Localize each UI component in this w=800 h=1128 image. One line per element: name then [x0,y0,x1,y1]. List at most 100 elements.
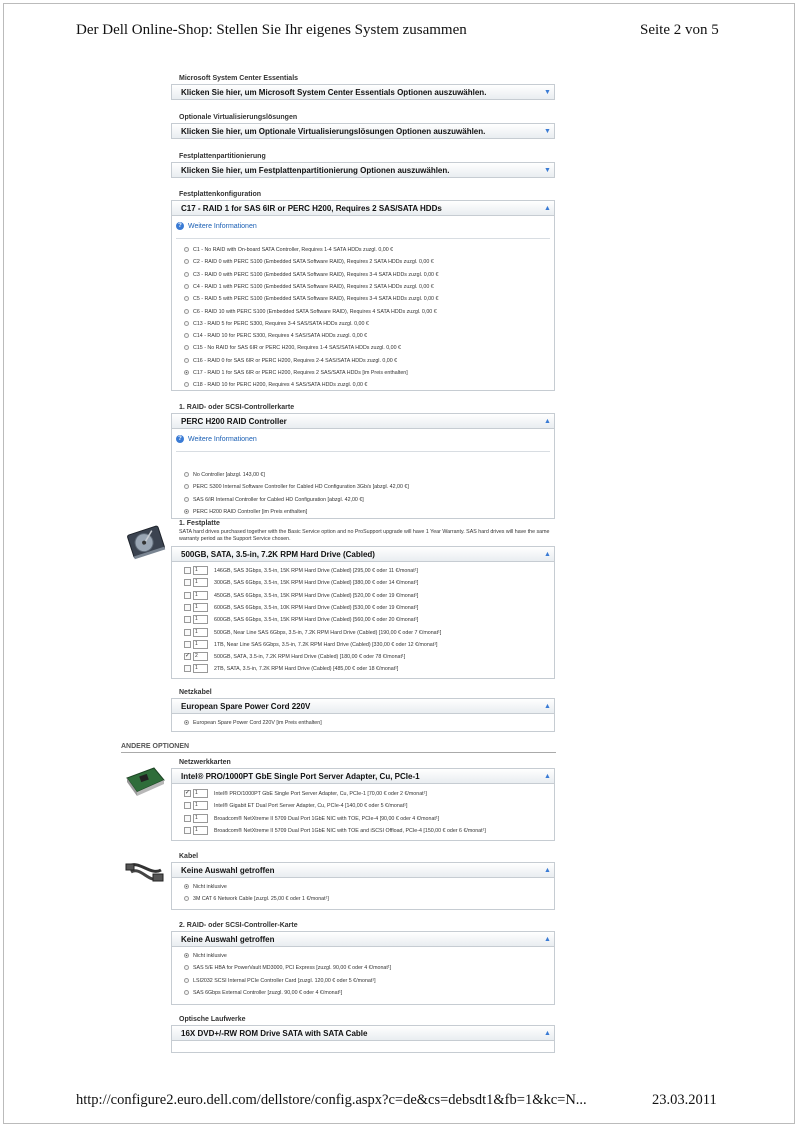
radio-option[interactable]: No Controller [abzgl. 143,00 €] [184,469,265,481]
chevron-up-icon[interactable]: ▲ [541,201,554,215]
partitioning-dropdown[interactable]: Klicken Sie hier, um Festplattenpartitio… [171,162,555,178]
network-card-dropdown[interactable]: Intel® PRO/1000PT GbE Single Port Server… [171,768,555,784]
radio-option[interactable]: C15 - No RAID for SAS 6IR or PERC H200, … [184,342,401,354]
radio-button[interactable] [184,977,189,983]
more-info-link[interactable]: ? Weitere Informationen [176,435,257,443]
radio-button[interactable] [184,989,189,995]
checkbox[interactable] [184,603,191,611]
checkbox[interactable] [184,591,191,599]
radio-option[interactable]: LSI2032 SCSI Internal PCIe Controller Ca… [184,975,376,987]
radio-button[interactable] [184,382,189,388]
quantity-field[interactable]: 1 [193,801,208,811]
radio-button[interactable] [184,357,189,363]
checkbox[interactable]: ✓ [184,653,191,661]
checkbox[interactable] [184,814,191,822]
checkbox-option[interactable]: ✓ 2 500GB, SATA, 3.5-in, 7.2K RPM Hard Dri… [184,651,405,663]
radio-option[interactable]: C5 - RAID 5 with PERC S100 (Embedded SAT… [184,293,438,305]
radio-option[interactable]: PERC S300 Internal Software Controller f… [184,481,409,493]
quantity-field[interactable]: 2 [193,652,208,662]
radio-option[interactable]: Nicht inklusive [184,881,227,893]
radio-option[interactable]: PERC H200 RAID Controller [im Preis enth… [184,506,307,518]
radio-button[interactable] [184,320,189,326]
quantity-field[interactable]: 1 [193,566,208,576]
radio-option[interactable]: C14 - RAID 10 for PERC S300, Requires 4 … [184,330,367,342]
checkbox-option[interactable]: 1 450GB, SAS 6Gbps, 3.5-in, 15K RPM Hard … [184,590,418,602]
checkbox[interactable] [184,826,191,834]
raid-controller-2-dropdown[interactable]: Keine Auswahl getroffen ▲ [171,931,555,947]
radio-button[interactable] [184,345,189,351]
checkbox[interactable] [184,640,191,648]
chevron-up-icon[interactable]: ▲ [541,414,554,428]
raid-controller-dropdown[interactable]: PERC H200 RAID Controller ▲ [171,413,555,429]
chevron-down-icon[interactable]: ▼ [541,163,554,177]
radio-option[interactable]: SAS 5/E HBA for PowerVault MD3000, PCI E… [184,962,391,974]
checkbox-option[interactable]: 1 146GB, SAS 3Gbps, 3.5-in, 15K RPM Hard … [184,565,418,577]
radio-button[interactable] [184,283,189,289]
hard-drive-dropdown[interactable]: 500GB, SATA, 3.5-in, 7.2K RPM Hard Drive… [171,546,555,562]
checkbox-option[interactable]: 1 Intel® Gigabit ET Dual Port Server Adap… [184,800,407,812]
radio-option[interactable]: C18 - RAID 10 for PERC H200, Requires 4 … [184,379,367,391]
quantity-field[interactable]: 1 [193,602,208,612]
cable-dropdown[interactable]: Keine Auswahl getroffen ▲ [171,862,555,878]
radio-button[interactable] [184,896,189,902]
radio-option[interactable]: C13 - RAID 5 for PERC S300, Requires 3-4… [184,318,369,330]
chevron-up-icon[interactable]: ▲ [541,547,554,561]
radio-button[interactable] [184,965,189,971]
quantity-field[interactable]: 1 [193,578,208,588]
chevron-up-icon[interactable]: ▲ [541,699,554,713]
radio-button[interactable] [184,496,189,502]
checkbox-option[interactable]: 1 Broadcom® NetXtreme II 5709 Dual Port 1… [184,813,439,825]
quantity-field[interactable]: 1 [193,639,208,649]
power-cord-dropdown[interactable]: European Spare Power Cord 220V ▲ [171,698,555,714]
checkbox[interactable] [184,579,191,587]
radio-button[interactable] [184,296,189,302]
quantity-field[interactable]: 1 [193,825,208,835]
radio-option[interactable]: 3M CAT 6 Network Cable [zuzgl. 25,00 € o… [184,893,329,905]
checkbox[interactable] [184,802,191,810]
optical-drive-dropdown[interactable]: 16X DVD+/-RW ROM Drive SATA with SATA Ca… [171,1025,555,1041]
radio-option[interactable]: SAS 6/iR Internal Controller for Cabled … [184,494,364,506]
quantity-field[interactable]: 1 [193,789,208,799]
radio-button[interactable] [184,271,189,277]
radio-option[interactable]: C4 - RAID 1 with PERC S100 (Embedded SAT… [184,281,434,293]
quantity-field[interactable]: 1 [193,664,208,674]
radio-button[interactable] [184,484,189,490]
radio-option[interactable]: Nicht inklusive [184,950,227,962]
chevron-up-icon[interactable]: ▲ [541,1026,554,1040]
radio-button[interactable] [184,333,189,339]
radio-option[interactable]: C3 - RAID 0 with PERC S100 (Embedded SAT… [184,269,438,281]
radio-option[interactable]: C6 - RAID 10 with PERC S100 (Embedded SA… [184,306,437,318]
radio-button[interactable] [184,247,189,253]
radio-button[interactable] [184,884,189,890]
checkbox-option[interactable]: 1 1TB, Near Line SAS 6Gbps, 3.5-in, 7.2K … [184,639,437,651]
chevron-down-icon[interactable]: ▼ [541,124,554,138]
chevron-up-icon[interactable]: ▲ [541,769,554,783]
more-info-link[interactable]: ? Weitere Informationen [176,222,257,230]
radio-button[interactable] [184,720,189,726]
sce-dropdown[interactable]: Klicken Sie hier, um Microsoft System Ce… [171,84,555,100]
quantity-field[interactable]: 1 [193,627,208,637]
checkbox[interactable]: ✓ [184,790,191,798]
quantity-field[interactable]: 1 [193,615,208,625]
chevron-up-icon[interactable]: ▲ [541,863,554,877]
virtualization-dropdown[interactable]: Klicken Sie hier, um Optionale Virtualis… [171,123,555,139]
radio-option[interactable]: C2 - RAID 0 with PERC S100 (Embedded SAT… [184,256,434,268]
radio-button[interactable] [184,953,189,959]
checkbox-option[interactable]: 1 600GB, SAS 6Gbps, 3.5-in, 15K RPM Hard … [184,614,418,626]
radio-option[interactable]: SAS 6Gbps External Controller [zuzgl. 90… [184,987,342,999]
radio-button[interactable] [184,370,189,376]
checkbox-option[interactable]: 1 2TB, SATA, 3.5-in, 7.2K RPM Hard Drive … [184,663,398,675]
radio-option[interactable]: C1 - No RAID with On-board SATA Controll… [184,244,393,256]
checkbox-option[interactable]: 1 600GB, SAS 6Gbps, 3.5-in, 10K RPM Hard … [184,602,418,614]
checkbox[interactable] [184,616,191,624]
checkbox[interactable] [184,567,191,575]
quantity-field[interactable]: 1 [193,590,208,600]
radio-option[interactable]: European Spare Power Cord 220V [im Preis… [184,717,322,729]
radio-option[interactable]: C17 - RAID 1 for SAS 6IR or PERC H200, R… [184,367,408,379]
checkbox-option[interactable]: 1 300GB, SAS 6Gbps, 3.5-in, 15K RPM Hard … [184,577,418,589]
chevron-up-icon[interactable]: ▲ [541,932,554,946]
radio-option[interactable]: C16 - RAID 0 for SAS 6IR or PERC H200, R… [184,355,397,367]
radio-button[interactable] [184,308,189,314]
checkbox[interactable] [184,665,191,673]
radio-button[interactable] [184,472,189,478]
